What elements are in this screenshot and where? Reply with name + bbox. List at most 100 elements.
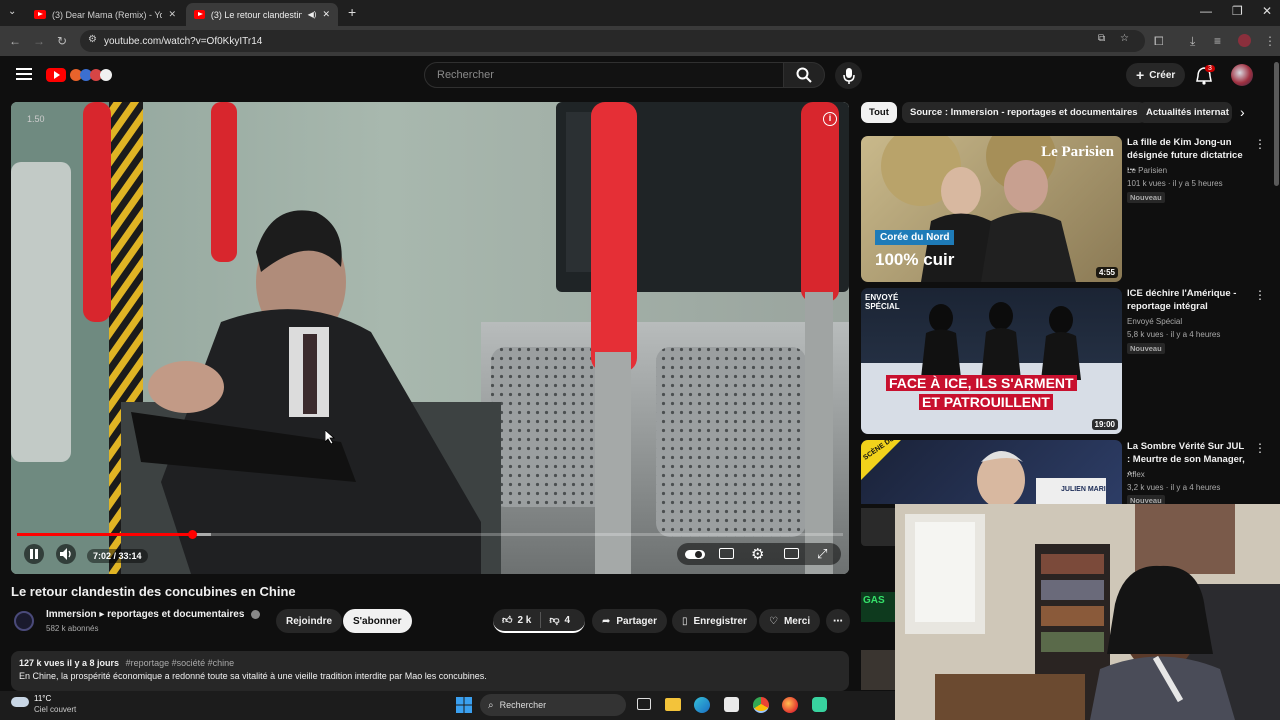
volume-button[interactable] — [56, 544, 76, 564]
thumb-partial-label: GAS — [863, 595, 885, 606]
account-avatar[interactable] — [1231, 64, 1253, 86]
fullscreen-icon[interactable]: ⤢ — [817, 546, 827, 562]
channel-avatar[interactable] — [14, 611, 34, 631]
save-button[interactable]: ▯ Enregistrer — [672, 609, 757, 633]
windows-start-icon[interactable] — [456, 697, 472, 713]
share-button[interactable]: ➦ Partager — [592, 609, 667, 633]
browser-menu-icon[interactable]: ⋮ — [1264, 34, 1276, 48]
like-button[interactable]: 👍︎ 2 k — [493, 612, 542, 628]
video-duration: 19:00 — [1091, 419, 1118, 430]
taskbar-search[interactable]: ⌕ Rechercher — [480, 694, 626, 716]
rec-stats-1: 101 k vues · il y a 5 heures — [1127, 179, 1223, 188]
subscribe-button[interactable]: S'abonner — [343, 609, 412, 633]
profile-avatar[interactable] — [1238, 34, 1251, 47]
browser-tab-retour-clandestin[interactable]: (3) Le retour clandestin des concubines … — [186, 3, 338, 26]
edge-icon[interactable] — [694, 697, 710, 713]
new-badge: Nouveau — [1127, 343, 1165, 354]
rec-thumbnail-5-partial[interactable]: GAS — [861, 592, 895, 622]
rec-menu-icon[interactable]: ⋮ — [1254, 137, 1266, 151]
webcam-overlay — [895, 504, 1280, 720]
rec-channel-1[interactable]: Le Parisien — [1127, 164, 1167, 177]
chip-actualites[interactable]: Actualités internat — [1138, 102, 1232, 123]
search-input[interactable]: Rechercher — [424, 62, 784, 88]
info-icon[interactable]: i — [823, 112, 837, 126]
rec-title-3[interactable]: La Sombre Vérité Sur JUL : Meurtre de so… — [1127, 441, 1247, 479]
download-icon[interactable]: ⤓ — [1190, 34, 1195, 48]
firefox-icon[interactable] — [782, 697, 798, 713]
address-bar[interactable]: ⚙ youtube.com/watch?v=Of0KkyITr14 ⧉ ☆ — [80, 30, 1145, 52]
search-button[interactable] — [783, 62, 825, 88]
video-player[interactable]: 1.50 i 7:02 / 33:14 ⚙ ⤢ — [11, 102, 849, 574]
weather-temperature[interactable]: 11°C — [34, 694, 51, 703]
progress-bar[interactable] — [17, 530, 843, 539]
youtube-logo[interactable] — [46, 66, 116, 84]
share-icon: ➦ — [602, 615, 611, 627]
bookmark-star-icon[interactable]: ☆ — [1120, 33, 1129, 44]
browser-toolbar: ← → ↻ ⚙ youtube.com/watch?v=Of0KkyITr14 … — [0, 26, 1280, 56]
pause-button[interactable] — [24, 544, 44, 564]
voice-search-button[interactable] — [835, 62, 862, 89]
store-icon[interactable] — [724, 697, 739, 712]
search-icon — [796, 67, 812, 83]
speaker-icon[interactable]: ◀) — [308, 10, 317, 19]
media-control-icon[interactable]: ≡ — [1214, 34, 1221, 48]
rec-menu-icon[interactable]: ⋮ — [1254, 288, 1266, 302]
description-box[interactable]: 127 k vues il y a 8 jours #reportage #so… — [11, 651, 849, 691]
restore-icon[interactable]: ❐ — [1232, 4, 1243, 18]
close-tab-icon[interactable]: ✕ — [322, 9, 330, 20]
chrome-icon[interactable] — [753, 697, 769, 713]
rec-thumbnail-1[interactable]: Le Parisien Corée du Nord 100% cuir 4:55 — [861, 136, 1122, 282]
join-button[interactable]: Rejoindre — [276, 609, 343, 633]
close-tab-icon[interactable]: ✕ — [168, 9, 176, 20]
like-count: 2 k — [517, 614, 532, 626]
tab-title: (3) Le retour clandestin des concubines … — [210, 9, 302, 20]
page-scrollbar[interactable] — [1274, 62, 1279, 186]
rec-channel-3[interactable]: Aflex — [1127, 468, 1145, 481]
extensions-icon[interactable]: ⧠ — [1154, 34, 1164, 48]
browser-tab-strip: ⌄ (3) Dear Mama (Remix) - YouTube ✕ (3) … — [0, 0, 1280, 26]
create-button[interactable]: + Créer — [1126, 63, 1186, 87]
file-explorer-icon[interactable] — [665, 698, 681, 711]
site-info-icon[interactable]: ⚙ — [88, 34, 97, 45]
rec-menu-icon[interactable]: ⋮ — [1254, 441, 1266, 455]
back-icon[interactable]: ← — [9, 34, 21, 48]
reload-icon[interactable]: ↻ — [57, 34, 67, 48]
share-label: Partager — [616, 615, 657, 627]
rec-thumbnail-6-partial[interactable] — [861, 650, 895, 690]
weather-cloud-icon[interactable] — [11, 697, 29, 707]
scrubber-handle[interactable] — [187, 530, 197, 539]
taskbar-search-label: Rechercher — [499, 700, 547, 710]
description-tags[interactable]: #reportage #société #chine — [126, 658, 235, 668]
settings-gear-icon[interactable]: ⚙ — [751, 545, 764, 563]
chevron-right-icon[interactable]: › — [1240, 104, 1245, 120]
more-actions-button[interactable]: ⋯ — [826, 609, 850, 633]
tab-list-dropdown-icon[interactable]: ⌄ — [8, 6, 16, 17]
channel-name[interactable]: Immersion ▸ reportages et documentaires — [46, 609, 244, 620]
mouse-cursor — [325, 430, 335, 444]
rec-stats-2: 5,8 k vues · il y a 4 heures — [1127, 330, 1221, 339]
autoplay-toggle[interactable] — [685, 550, 705, 559]
forward-icon[interactable]: → — [33, 34, 45, 48]
chip-all[interactable]: Tout — [861, 102, 897, 123]
install-app-icon[interactable]: ⧉ — [1098, 33, 1105, 44]
miniplayer-icon[interactable] — [784, 548, 799, 559]
subtitles-icon[interactable] — [719, 548, 734, 559]
browser-tab-dear-mama[interactable]: (3) Dear Mama (Remix) - YouTube ✕ — [26, 3, 184, 26]
rec-title-2[interactable]: ICE déchire l'Amérique - reportage intég… — [1127, 288, 1247, 313]
task-view-icon[interactable] — [637, 698, 651, 710]
thanks-button[interactable]: ♡ Merci — [759, 609, 821, 633]
rec-thumbnail-2[interactable]: ENVOYÉ SPÉCIAL FACE À ICE, ILS S'ARMENT … — [861, 288, 1122, 434]
hamburger-menu-icon[interactable] — [16, 67, 32, 81]
rec-thumbnail-3[interactable]: SCÈNE DU JULIEN MARI — [861, 440, 1122, 504]
close-window-icon[interactable]: ✕ — [1262, 4, 1272, 18]
video-title: Le retour clandestin des concubines en C… — [11, 584, 296, 599]
streaming-app-icon[interactable] — [812, 697, 827, 712]
new-tab-button[interactable]: + — [348, 4, 356, 20]
rec-thumbnail-4-partial[interactable] — [861, 508, 895, 546]
weather-condition[interactable]: Ciel couvert — [34, 705, 76, 714]
chip-source-immersion[interactable]: Source : Immersion - reportages et docum… — [902, 102, 1146, 123]
dislike-button[interactable]: 👎︎ 4 — [541, 614, 578, 627]
thumb-brand: Le Parisien — [1041, 144, 1114, 160]
minimize-icon[interactable]: — — [1200, 4, 1212, 18]
rec-channel-2[interactable]: Envoyé Spécial — [1127, 315, 1182, 328]
